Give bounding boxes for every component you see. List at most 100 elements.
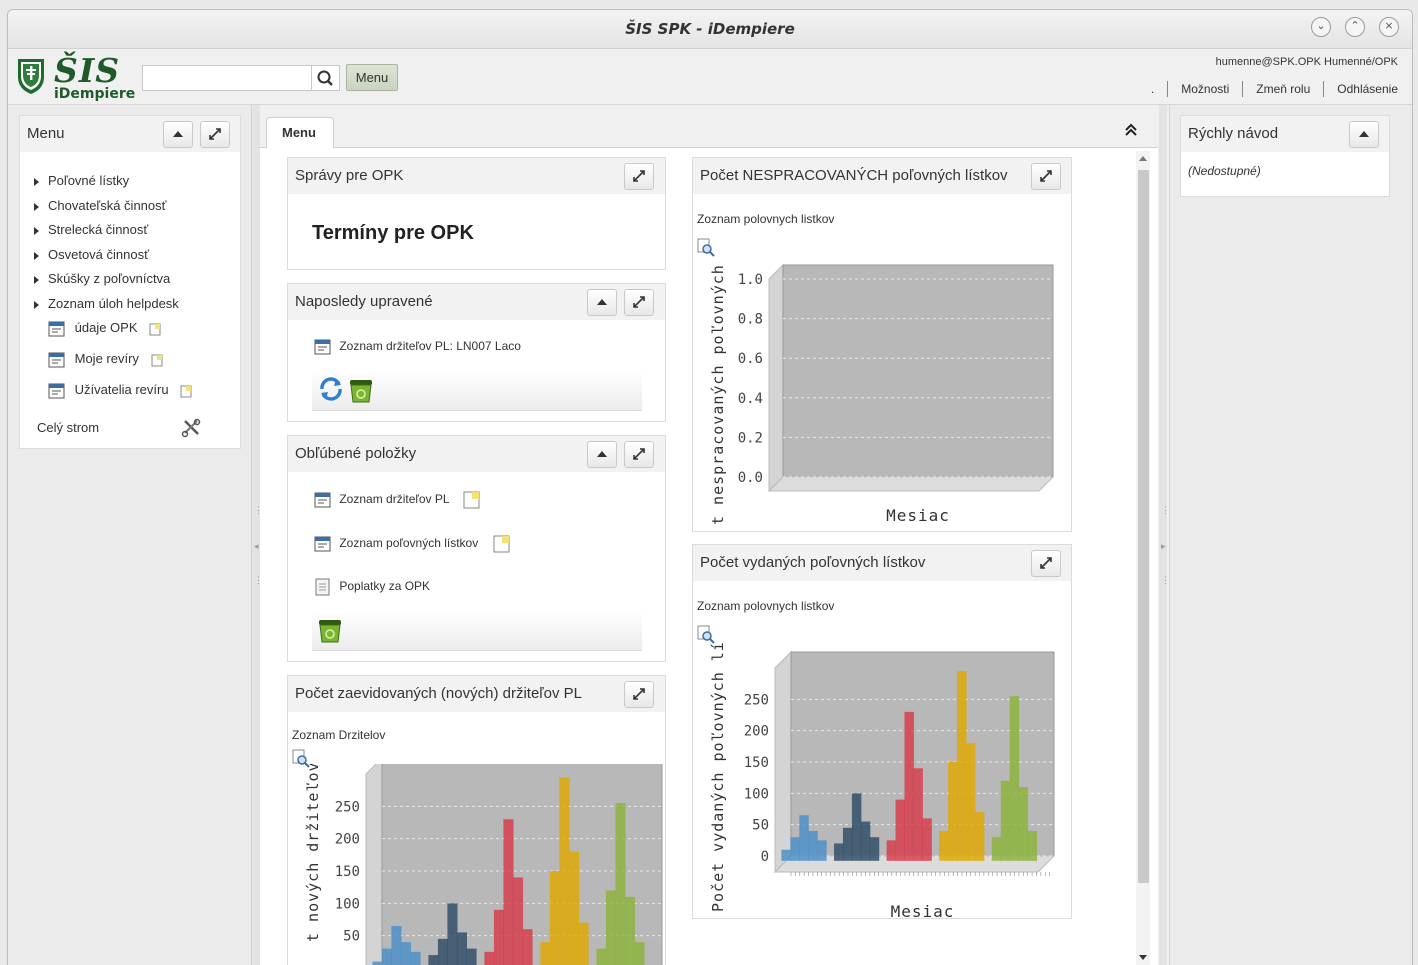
app-header: ŠIS iDempiere Menu humenne@SPK.OPK Humen… <box>8 49 1412 105</box>
expand-icon <box>633 296 645 308</box>
chart-bar <box>372 961 383 965</box>
menu-folder-label: Osvetová činnosť <box>48 247 149 262</box>
collapse-left-icon[interactable]: ◂ <box>254 541 259 552</box>
full-tree-toggle[interactable]: Celý strom <box>37 420 99 435</box>
refresh-icon[interactable] <box>317 375 345 403</box>
menu-entry[interactable]: Užívatelia revíru <box>48 382 192 400</box>
chart-subtitle: Zoznam polovnych listkov <box>697 599 835 613</box>
favorite-item[interactable]: Zoznam poľovných lístkov <box>314 534 512 554</box>
panel-title: Počet vydaných poľovných lístkov <box>700 554 926 571</box>
collapse-button[interactable] <box>163 121 193 148</box>
chart-bar <box>466 948 477 965</box>
reports-link[interactable]: Termíny pre OPK <box>312 222 474 245</box>
tools-icon[interactable] <box>181 418 203 438</box>
menu-folder[interactable]: Zoznam úloh helpdesk <box>34 296 179 311</box>
menu-folder-label: Poľovné lístky <box>48 173 130 188</box>
favorite-item-label: Zoznam poľovných lístkov <box>339 536 479 551</box>
note-icon[interactable] <box>180 384 192 398</box>
holders-chart-panel: Počet zaevidovaných (nových) držiteľov P… <box>287 675 666 965</box>
chart-bar <box>834 843 844 861</box>
issued-chart: 0 50 100 150 200 250 Mesiac Počet vydaných poľo… <box>709 641 1056 918</box>
close-icon[interactable]: × <box>1379 17 1399 37</box>
left-sidebar: Menu Poľovné lístky Chovateľská činnosť … <box>8 105 252 965</box>
unprocessed-chart: 0.0 0.2 0.4 0.6 0.8 1.0 Mesiac t nespracovaných… <box>709 263 1055 525</box>
maximize-button[interactable] <box>200 121 230 148</box>
menu-folder[interactable]: Chovateľská činnosť <box>34 198 167 213</box>
app-window: ŠIS SPK - iDempiere ⌄ ⌃ × ŠIS iDempiere … <box>7 9 1413 965</box>
chart-bar <box>904 711 914 861</box>
chart-bar <box>817 840 827 861</box>
chart-bar <box>484 951 495 965</box>
y-tick-label: 0.6 <box>738 351 763 367</box>
collapse-button[interactable] <box>1349 121 1379 148</box>
double-chevron-up-icon[interactable] <box>1124 123 1138 137</box>
maximize-icon[interactable]: ⌃ <box>1345 17 1365 37</box>
header-dot: . <box>1150 82 1155 96</box>
maximize-button[interactable] <box>624 441 654 468</box>
note-icon[interactable] <box>149 322 161 336</box>
chart-bar <box>808 830 818 861</box>
menu-folder[interactable]: Skúšky z poľovníctva <box>34 271 170 286</box>
menu-folder[interactable]: Poľovné lístky <box>34 173 129 188</box>
y-axis-label: Počet vydaných poľovných lí <box>709 641 727 912</box>
maximize-button[interactable] <box>1031 163 1061 190</box>
y-tick-label: 50 <box>343 929 360 945</box>
chart-bar <box>966 743 976 861</box>
panel-header: Rýchly návod <box>1181 116 1389 152</box>
collapse-button[interactable] <box>587 289 617 316</box>
chart-subtitle: Zoznam polovnych listkov <box>697 212 835 226</box>
chart-bar <box>512 877 524 965</box>
change-role-link[interactable]: Zmeň rolu <box>1256 82 1310 96</box>
panel-title: Obľúbené položky <box>295 445 417 462</box>
scrollbar-thumb[interactable] <box>1138 170 1149 883</box>
menu-folder[interactable]: Strelecká činnosť <box>34 222 148 237</box>
note-icon[interactable] <box>151 353 163 367</box>
chart-bar <box>922 818 932 861</box>
logout-link[interactable]: Odhlásenie <box>1337 82 1398 96</box>
menu-folder[interactable]: Osvetová činnosť <box>34 247 149 262</box>
options-link[interactable]: Možnosti <box>1181 82 1229 96</box>
divider <box>1323 81 1325 97</box>
left-splitter[interactable]: ⋮ ◂ ⋮ <box>252 105 263 965</box>
chart-bar <box>781 849 791 861</box>
collapse-button[interactable] <box>587 441 617 468</box>
favorite-item[interactable]: Zoznam držiteľov PL <box>314 490 482 510</box>
maximize-button[interactable] <box>1031 550 1061 577</box>
note-icon[interactable] <box>462 490 482 510</box>
right-splitter[interactable]: ⋮ ▸ ⋮ <box>1159 105 1170 965</box>
y-tick-label: 250 <box>335 799 360 815</box>
recent-panel: Naposledy upravené Zoznam držiteľov PL: … <box>287 283 666 422</box>
search-icon <box>317 70 333 86</box>
menu-entry[interactable]: údaje OPK <box>48 320 161 338</box>
maximize-button[interactable] <box>624 681 654 708</box>
panel-title: Správy pre OPK <box>295 167 404 184</box>
panel-title: Naposledy upravené <box>295 293 433 310</box>
recycle-bin-icon[interactable] <box>346 374 376 404</box>
chevron-up-icon <box>1359 131 1369 137</box>
search-button[interactable] <box>312 65 340 91</box>
note-icon[interactable] <box>492 534 512 554</box>
scroll-down-icon[interactable] <box>1138 954 1148 962</box>
collapse-right-icon[interactable]: ▸ <box>1161 541 1166 552</box>
favorite-item[interactable]: Poplatky za OPK <box>314 578 430 596</box>
chart-bar <box>410 951 421 965</box>
recycle-bin-icon[interactable] <box>315 614 345 644</box>
chart-bar <box>1018 787 1029 861</box>
maximize-button[interactable] <box>624 289 654 316</box>
menu-panel-header: Menu <box>20 116 240 152</box>
scroll-up-icon[interactable] <box>1138 154 1148 162</box>
chart-wall <box>365 764 383 965</box>
expand-icon <box>209 128 221 140</box>
chart-bar <box>860 821 871 861</box>
vertical-scrollbar[interactable] <box>1136 151 1150 965</box>
maximize-button[interactable] <box>624 163 654 190</box>
minimize-icon[interactable]: ⌄ <box>1311 17 1331 37</box>
quick-guide-body: (Nedostupné) <box>1188 164 1261 178</box>
menu-button[interactable]: Menu <box>346 64 398 91</box>
favorite-item-label: Poplatky za OPK <box>339 579 431 594</box>
search-input[interactable] <box>142 65 312 91</box>
menu-entry[interactable]: Moje revíry <box>48 351 163 369</box>
recent-item[interactable]: Zoznam držiteľov PL: LN007 Laco <box>314 338 521 356</box>
chevron-up-icon <box>597 299 607 305</box>
tab-menu[interactable]: Menu <box>266 117 334 148</box>
